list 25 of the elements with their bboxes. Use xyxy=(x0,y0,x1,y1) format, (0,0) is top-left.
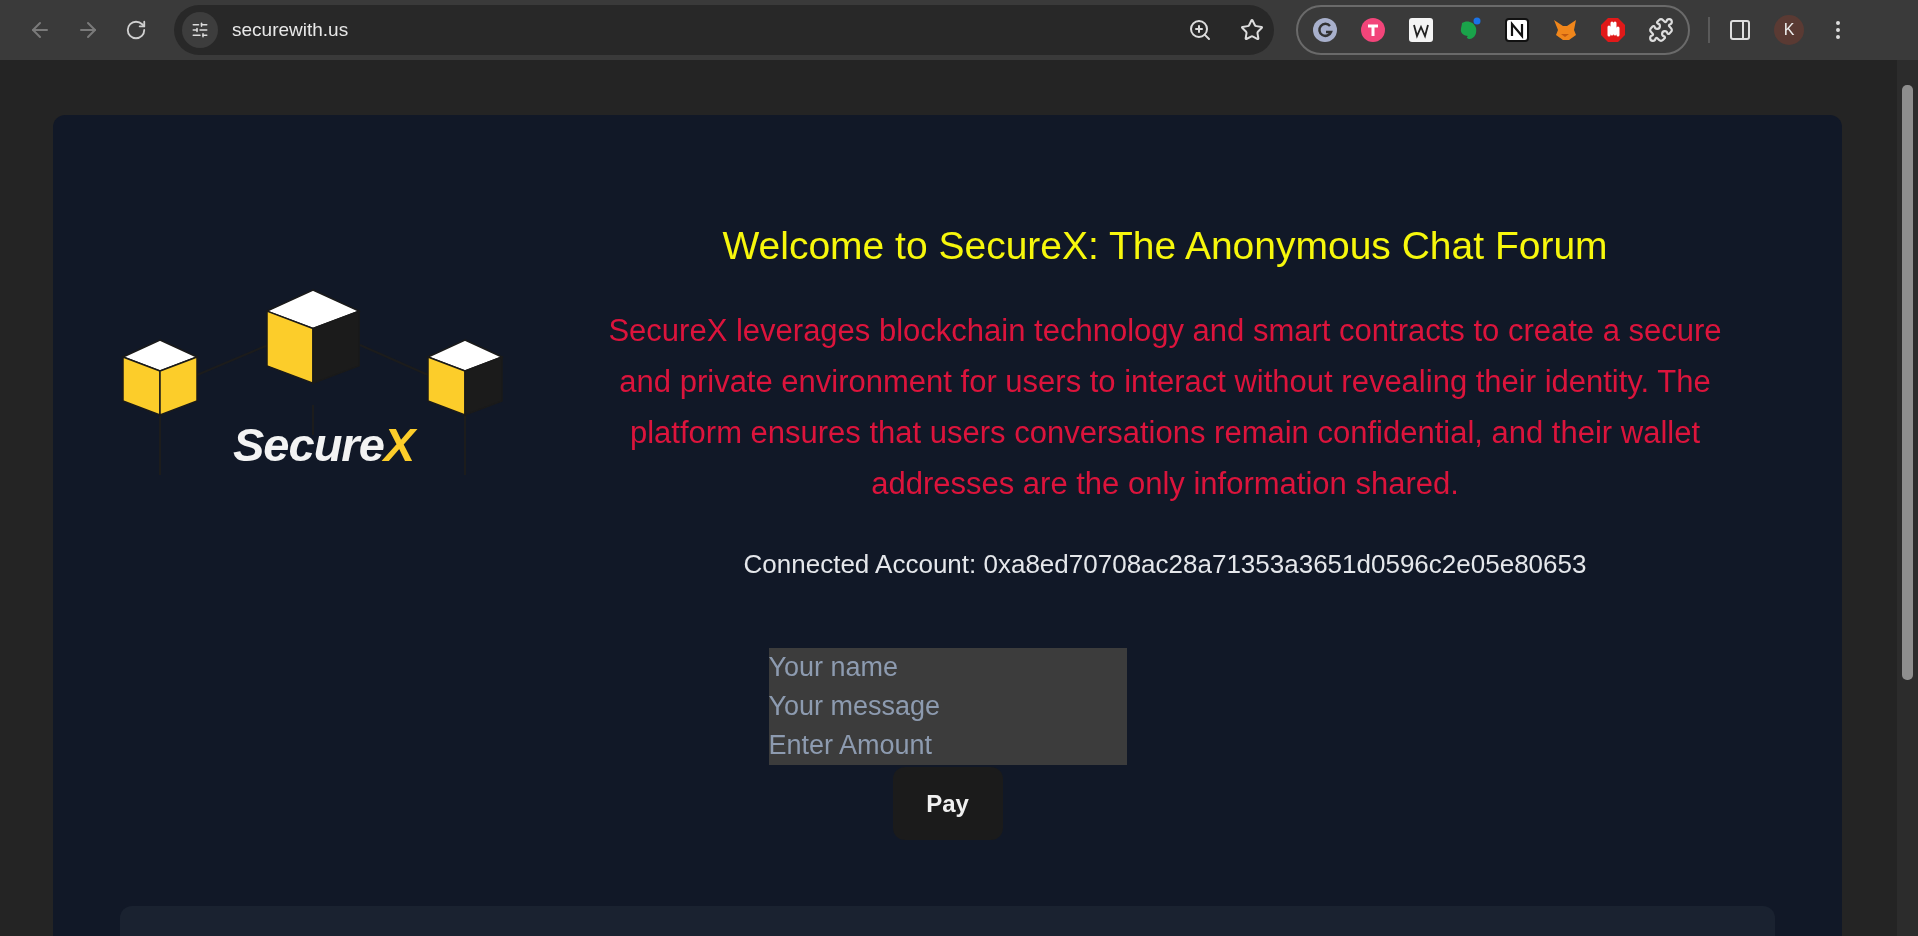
input-field[interactable]: Your message xyxy=(768,687,1127,726)
address-bar[interactable]: securewith.us xyxy=(174,5,1274,55)
connected-account-text: Connected Account: 0xa8ed70708ac28a71353a3651d0596c2e05e80653 xyxy=(743,549,1587,580)
fox-icon[interactable] xyxy=(1552,17,1578,43)
circle-g-icon[interactable] xyxy=(1312,17,1338,43)
w-tile-icon[interactable] xyxy=(1408,17,1434,43)
scrollbar[interactable] xyxy=(1897,60,1918,936)
logo-wordmark: SecureX xyxy=(233,421,415,468)
side-panel-icon[interactable] xyxy=(1728,18,1752,42)
extensions-icon[interactable] xyxy=(1648,17,1674,43)
bookmark-star-icon[interactable] xyxy=(1240,18,1264,42)
description-text: SecureX leverages blockchain technology and smart contracts to create a secure and private environment for users to interact without revealing their identity. The platform ensures that users conversations remain confidential, and their wallet addresses are the only information shared. xyxy=(607,312,1723,503)
profile-avatar[interactable]: K xyxy=(1774,15,1804,45)
pay-button[interactable]: Pay xyxy=(892,767,1003,840)
stop-hand-icon[interactable] xyxy=(1600,17,1626,43)
zoom-icon[interactable] xyxy=(1188,18,1212,42)
reload-icon[interactable] xyxy=(125,19,147,41)
site-settings-icon[interactable] xyxy=(182,12,218,48)
url-text: securewith.us xyxy=(232,19,350,41)
scrollbar-thumb[interactable] xyxy=(1902,85,1913,680)
input-field[interactable]: Enter Amount xyxy=(768,726,1127,765)
notebook-icon[interactable] xyxy=(1504,17,1530,43)
t-badge-icon[interactable] xyxy=(1360,17,1386,43)
page-title: Welcome to SecureX: The Anonymous Chat Forum xyxy=(722,223,1608,269)
input-field[interactable]: Your name xyxy=(768,648,1127,687)
